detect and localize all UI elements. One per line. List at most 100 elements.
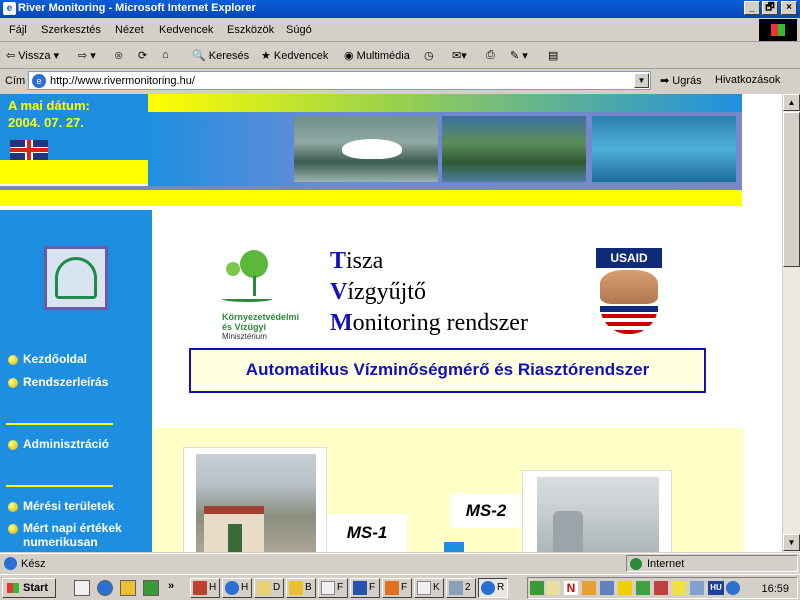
task-button[interactable]: H xyxy=(222,578,252,598)
quicklaunch-outlook-icon[interactable] xyxy=(120,580,136,596)
tray-app-icon[interactable] xyxy=(726,581,740,595)
language-indicator[interactable]: HU xyxy=(708,581,724,595)
back-button[interactable]: ⇦ Vissza ▾ xyxy=(6,49,59,62)
mail-icon xyxy=(417,581,431,595)
header-band xyxy=(148,94,742,112)
system-tray: N HU 16:59 xyxy=(527,577,798,599)
menu-help[interactable]: Súgó xyxy=(286,24,312,36)
restore-button[interactable]: 🗗 xyxy=(762,1,778,15)
close-button[interactable]: × xyxy=(781,1,797,15)
document-icon xyxy=(321,581,335,595)
ministry-name: Környezetvédelmi és Vízügyi xyxy=(222,312,300,332)
media-button[interactable]: ◉ Multimédia xyxy=(344,49,410,62)
station-label-ms2[interactable]: MS-2 xyxy=(451,494,521,528)
network-icon[interactable] xyxy=(530,581,544,595)
media-label: Multimédia xyxy=(356,50,410,62)
station-photo-ms1[interactable] xyxy=(183,447,327,552)
favorites-button[interactable]: ★ Kedvencek xyxy=(261,49,328,62)
quicklaunch-app-icon[interactable] xyxy=(143,580,159,596)
back-label: Vissza xyxy=(18,50,51,62)
task-button[interactable]: B xyxy=(286,578,316,598)
mail-icon[interactable]: ✉▾ xyxy=(452,49,467,62)
scroll-down-icon[interactable]: ▼ xyxy=(783,534,800,551)
edit-icon[interactable]: ✎ ▾ xyxy=(510,49,528,62)
security-zone: Internet xyxy=(626,555,798,572)
start-button[interactable]: Start xyxy=(2,578,56,598)
address-input[interactable]: e http://www.rivermonitoring.hu/ ▼ xyxy=(28,71,651,90)
go-button[interactable]: ➡ Ugrás xyxy=(660,74,702,87)
minimize-button[interactable]: _ xyxy=(744,1,760,15)
bullet-icon xyxy=(8,378,18,388)
bullet-icon xyxy=(8,440,18,450)
date-label: A mai dátum: xyxy=(8,98,90,113)
scroll-up-icon[interactable]: ▲ xyxy=(783,94,800,111)
ie-icon: e xyxy=(3,2,16,15)
tray-app-icon[interactable] xyxy=(690,581,704,595)
left-nav: Kezdőoldal Rendszerleírás Adminisztráció… xyxy=(0,210,152,552)
stop-icon[interactable]: ⊗ xyxy=(114,49,123,62)
tank-image xyxy=(553,511,583,552)
menu-view[interactable]: Nézet xyxy=(115,24,144,36)
print-icon[interactable]: ⎙ xyxy=(486,49,495,62)
forward-button[interactable]: ⇨ ▾ xyxy=(78,49,96,62)
subtitle-banner: Automatikus Vízminőségmérő és Riasztóren… xyxy=(189,348,706,393)
tray-app-icon[interactable] xyxy=(600,581,614,595)
windows-logo-icon xyxy=(759,19,797,41)
menu-file[interactable]: Fájl xyxy=(9,24,27,36)
tray-app-icon[interactable] xyxy=(672,581,686,595)
station-photo-ms2[interactable] xyxy=(522,470,672,552)
task-button-active[interactable]: R xyxy=(478,578,508,598)
address-dropdown-icon[interactable]: ▼ xyxy=(634,73,649,88)
page-viewport: A mai dátum: 2004. 07. 27. Kezdőoldal Re… xyxy=(0,94,782,552)
discuss-icon[interactable]: ▤ xyxy=(548,49,558,62)
clock[interactable]: 16:59 xyxy=(761,583,789,595)
task-button[interactable]: H xyxy=(190,578,220,598)
arrow-icon xyxy=(444,542,464,552)
task-button[interactable]: K xyxy=(414,578,444,598)
nav-daily-label: Mért napi értékek numerikusan xyxy=(23,521,122,549)
links-button[interactable]: Hivatkozások xyxy=(715,74,780,86)
task-button[interactable]: F xyxy=(350,578,380,598)
window-title: River Monitoring - Microsoft Internet Ex… xyxy=(18,2,256,14)
nav-admin-label: Adminisztráció xyxy=(23,437,110,451)
task-button[interactable]: D xyxy=(254,578,284,598)
tray-app-icon[interactable] xyxy=(654,581,668,595)
menu-tools[interactable]: Eszközök xyxy=(227,24,274,36)
refresh-icon[interactable]: ⟳ xyxy=(138,49,147,62)
quicklaunch-more[interactable]: » xyxy=(168,580,174,592)
english-flag-icon[interactable] xyxy=(10,140,48,160)
task-button[interactable]: F xyxy=(382,578,412,598)
nav-home-label: Kezdőoldal xyxy=(23,352,88,366)
home-icon[interactable]: ⌂ xyxy=(162,49,169,61)
powerpoint-icon xyxy=(385,581,399,595)
task-button[interactable]: F xyxy=(318,578,348,598)
vertical-scrollbar[interactable]: ▲ ▼ xyxy=(782,94,800,552)
station-label-ms1[interactable]: MS-1 xyxy=(327,514,407,552)
app-icon xyxy=(193,581,207,595)
word-icon xyxy=(353,581,367,595)
bullet-icon xyxy=(8,355,18,365)
scroll-thumb[interactable] xyxy=(783,112,800,267)
ie-icon xyxy=(225,581,239,595)
go-label: Ugrás xyxy=(672,75,702,87)
favorites-label: Kedvencek xyxy=(273,50,329,62)
quicklaunch-ie-icon[interactable] xyxy=(97,580,113,596)
menu-favorites[interactable]: Kedvencek xyxy=(159,24,213,36)
task-button[interactable]: 2 xyxy=(446,578,476,598)
norton-icon[interactable]: N xyxy=(564,581,578,595)
quicklaunch-desktop-icon[interactable] xyxy=(74,580,90,596)
page-icon: e xyxy=(32,74,46,88)
date-value: 2004. 07. 27. xyxy=(8,115,84,130)
search-label: Keresés xyxy=(208,50,250,62)
menu-edit[interactable]: Szerkesztés xyxy=(41,24,101,36)
search-button[interactable]: 🔍 Keresés xyxy=(192,49,249,62)
history-icon[interactable]: ◷ xyxy=(424,49,434,62)
page-title: Tisza Vízgyűjtő Monitoring rendszer xyxy=(330,248,528,336)
volume-icon[interactable] xyxy=(546,581,560,595)
tray-app-icon[interactable] xyxy=(618,581,632,595)
usaid-label: USAID xyxy=(596,248,662,268)
tray-app-icon[interactable] xyxy=(636,581,650,595)
address-url: http://www.rivermonitoring.hu/ xyxy=(50,75,195,87)
swan-image xyxy=(342,139,402,159)
tray-app-icon[interactable] xyxy=(582,581,596,595)
